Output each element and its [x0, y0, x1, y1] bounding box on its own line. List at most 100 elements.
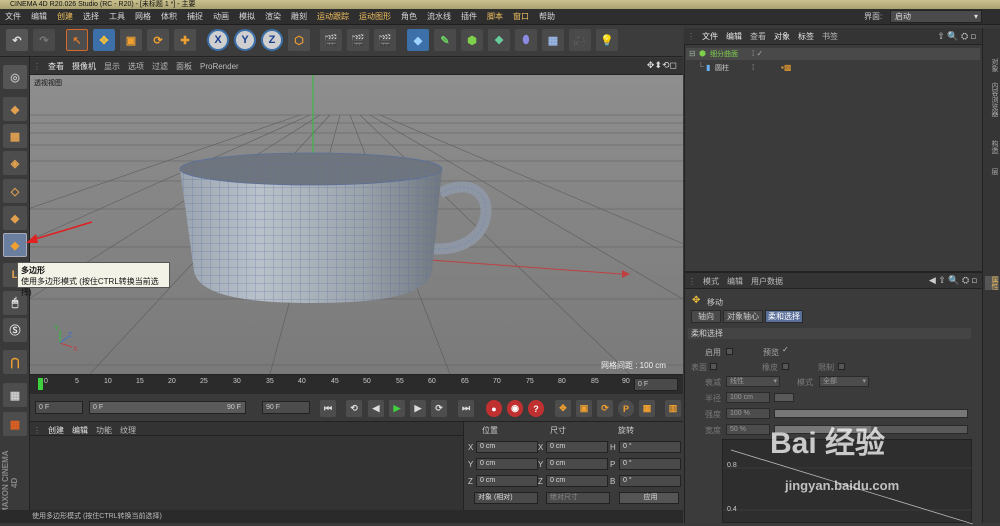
viewport-tab-display[interactable]: 显示 [100, 58, 124, 75]
time-cursor[interactable] [38, 378, 43, 390]
key-position-button[interactable]: ✥ [555, 400, 571, 417]
play-button[interactable]: ▶ [389, 400, 405, 417]
viewport-tab-view[interactable]: 查看 [44, 58, 68, 75]
max-frame-field[interactable]: 90 F [262, 401, 310, 414]
solo-button[interactable]: Ⓢ [3, 318, 27, 342]
viewport-tab-prorender[interactable]: ProRender [196, 58, 243, 75]
redo-button[interactable]: ↷ [33, 29, 55, 51]
menu-help[interactable]: 帮助 [534, 9, 560, 25]
pos-y-field[interactable]: 0 cm [476, 458, 538, 470]
go-end-button[interactable]: ⏭ [458, 400, 474, 417]
rot-b-field[interactable]: 0 ° [619, 475, 681, 487]
menu-tools[interactable]: 工具 [104, 9, 130, 25]
size-z-field[interactable]: 0 cm [546, 475, 608, 487]
timeline-window-button[interactable]: ▥ [665, 400, 681, 417]
workplane-mode-button[interactable]: ◈ [3, 151, 27, 175]
menu-plugins[interactable]: 插件 [456, 9, 482, 25]
viewport-tab-panel[interactable]: 面板 [172, 58, 196, 75]
menu-animate[interactable]: 动画 [208, 9, 234, 25]
side-tab-attributes[interactable]: 属性 [985, 276, 999, 290]
viewport-nav-icons[interactable]: ✥⬍⟲◻ [647, 60, 677, 71]
obj-tab-file[interactable]: 文件 [698, 28, 722, 45]
next-key-button[interactable]: ⟳ [431, 400, 447, 417]
enable-checkbox[interactable] [726, 348, 733, 355]
surface-checkbox[interactable] [710, 363, 717, 370]
attr-tab-userdata[interactable]: 用户数据 [747, 273, 787, 290]
phong-tag-icon[interactable]: ▪▩ [781, 63, 791, 72]
prev-frame-button[interactable]: ◀ [368, 400, 384, 417]
menu-volume[interactable]: 体积 [156, 9, 182, 25]
prev-key-button[interactable]: ⟲ [346, 400, 362, 417]
obj-tab-tags[interactable]: 标签 [794, 28, 818, 45]
rubber-checkbox[interactable] [782, 363, 789, 370]
key-param-button[interactable]: P [618, 400, 634, 417]
visibility-toggle[interactable]: ⁞ ✓ [752, 49, 763, 58]
falloff-select[interactable]: 线性 ▾ [726, 376, 780, 387]
snap-button[interactable]: ⋂ [3, 350, 27, 374]
width-field[interactable]: 50 % [726, 424, 770, 435]
array-button[interactable]: ❖ [488, 29, 510, 51]
radius-field[interactable]: 100 cm [726, 392, 770, 403]
menu-script[interactable]: 脚本 [482, 9, 508, 25]
key-selection-button[interactable]: ? [528, 400, 544, 417]
record-button[interactable]: ● [486, 400, 502, 417]
attr-nav-icons[interactable]: ◀ ⇧ 🔍 ⛭ ◻ [929, 275, 977, 286]
viewport-tab-filter[interactable]: 过滤 [148, 58, 172, 75]
menu-motion-tracking[interactable]: 运动跟踪 [312, 9, 354, 25]
menu-create[interactable]: 创建 [52, 9, 78, 25]
menu-render[interactable]: 渲染 [260, 9, 286, 25]
side-tab-objects[interactable]: 对象 [985, 58, 999, 72]
menu-file[interactable]: 文件 [0, 9, 26, 25]
autokey-button[interactable]: ◉ [507, 400, 523, 417]
obj-nav-icons[interactable]: ⇧ 🔍 ⛭ ◻ [937, 31, 976, 42]
deformer-button[interactable]: ⬮ [515, 29, 537, 51]
pos-x-field[interactable]: 0 cm [476, 441, 538, 453]
point-mode-button[interactable]: ◇ [3, 179, 27, 203]
menu-simulate[interactable]: 模拟 [234, 9, 260, 25]
apply-button[interactable]: 应用 [619, 492, 679, 504]
model-mode-button[interactable]: ◆ [3, 97, 27, 121]
render-picture-viewer-button[interactable]: 🎬 [347, 29, 369, 51]
tree-collapse-icon[interactable]: ⊟ [689, 49, 696, 58]
planar-workplane-button[interactable]: ▦ [3, 412, 27, 436]
key-scale-button[interactable]: ▣ [576, 400, 592, 417]
menu-mesh[interactable]: 网格 [130, 9, 156, 25]
obj-tab-objects[interactable]: 对象 [770, 28, 794, 45]
side-tab-content-browser[interactable]: 内容浏览器 [985, 82, 999, 117]
obj-tab-bookmarks[interactable]: 书签 [818, 28, 842, 45]
rotate-tool-button[interactable]: ⟳ [147, 29, 169, 51]
pen-spline-button[interactable]: ✎ [434, 29, 456, 51]
object-row-subdivision[interactable]: ⊟ ⬢ 细分曲面 ⁞ ✓ [686, 48, 980, 60]
material-area[interactable] [30, 436, 463, 510]
make-editable-button[interactable]: ◎ [3, 65, 27, 89]
menu-character[interactable]: 角色 [396, 9, 422, 25]
attr-subtab-soft-selection[interactable]: 柔和选择 [765, 310, 803, 323]
y-axis-lock-button[interactable]: Y [234, 29, 256, 51]
light-button[interactable]: 💡 [596, 29, 618, 51]
coord-mode-select[interactable]: 对象 (相对) [474, 492, 538, 504]
size-y-field[interactable]: 0 cm [546, 458, 608, 470]
pos-z-field[interactable]: 0 cm [476, 475, 538, 487]
key-rotation-button[interactable]: ⟳ [597, 400, 613, 417]
next-frame-button[interactable]: ▶ [410, 400, 426, 417]
cube-object-button[interactable]: ◆ [407, 29, 429, 51]
z-axis-lock-button[interactable]: Z [261, 29, 283, 51]
scale-tool-button[interactable]: ▣ [120, 29, 142, 51]
x-axis-lock-button[interactable]: X [207, 29, 229, 51]
rot-p-field[interactable]: 0 ° [619, 458, 681, 470]
size-x-field[interactable]: 0 cm [546, 441, 608, 453]
render-settings-button[interactable]: 🎬 [374, 29, 396, 51]
attr-tab-mode[interactable]: 模式 [699, 273, 723, 290]
end-frame-field[interactable]: 0 F [634, 378, 678, 391]
current-frame-field[interactable]: 0 F [35, 401, 83, 414]
floor-button[interactable]: ▦ [542, 29, 564, 51]
lock-workplane-button[interactable]: ▦ [3, 383, 27, 407]
strength-field[interactable]: 100 % [726, 408, 770, 419]
coordinate-system-button[interactable]: ⬡ [288, 29, 310, 51]
attr-tab-edit[interactable]: 编辑 [723, 273, 747, 290]
rot-h-field[interactable]: 0 ° [619, 441, 681, 453]
layout-select[interactable]: 启动 ▾ [890, 10, 982, 23]
undo-button[interactable]: ↶ [6, 29, 28, 51]
viewport-tab-cameras[interactable]: 摄像机 [68, 58, 100, 75]
key-pla-button[interactable]: ▦ [639, 400, 655, 417]
